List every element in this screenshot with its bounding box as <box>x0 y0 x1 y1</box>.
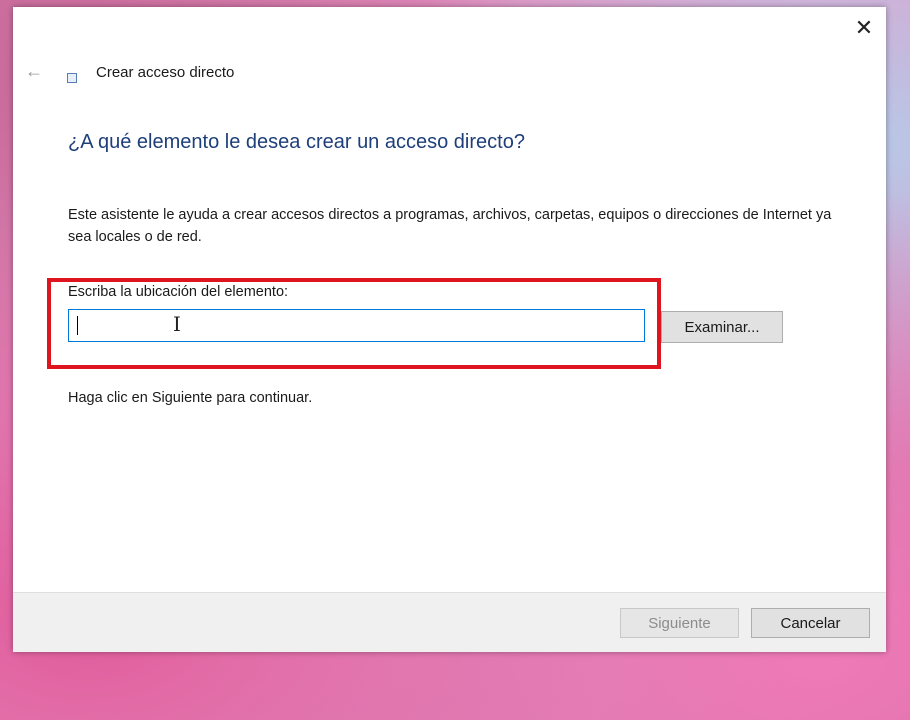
ibeam-cursor-icon: I <box>173 312 181 336</box>
location-label: Escriba la ubicación del elemento: <box>68 284 289 300</box>
create-shortcut-dialog: ✕ ← Crear acceso directo ¿A qué elemento… <box>13 7 886 652</box>
back-arrow-icon[interactable]: ← <box>25 61 43 82</box>
next-button[interactable]: Siguiente <box>620 608 739 638</box>
wizard-title: Crear acceso directo <box>96 64 235 81</box>
continue-instruction: Haga clic en Siguiente para continuar. <box>68 390 313 406</box>
page-heading: ¿A qué elemento le desea crear un acceso… <box>68 131 525 153</box>
browse-button[interactable]: Examinar... <box>661 311 783 343</box>
close-icon[interactable]: ✕ <box>848 13 880 43</box>
location-input[interactable] <box>68 309 645 342</box>
shortcut-icon <box>67 73 77 83</box>
cancel-button[interactable]: Cancelar <box>751 608 870 638</box>
wizard-description: Este asistente le ayuda a crear accesos … <box>68 207 832 245</box>
dialog-footer: Siguiente Cancelar <box>13 592 886 652</box>
text-caret <box>77 316 78 335</box>
